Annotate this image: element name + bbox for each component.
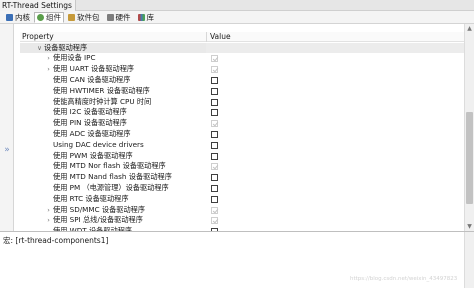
expand-arrow-icon[interactable]: ›	[45, 205, 52, 216]
settings-editor-tab[interactable]: RT-Thread Settings	[0, 0, 76, 11]
package-icon	[68, 13, 75, 21]
value-checkbox[interactable]	[211, 109, 218, 117]
value-cell	[206, 42, 464, 54]
checked-checkbox[interactable]	[211, 217, 218, 225]
tree-row[interactable]: 使用 I2C 设备驱动程序	[20, 107, 464, 118]
tree-scrollbar[interactable]: ▲ ▼	[464, 24, 474, 231]
checked-checkbox[interactable]	[211, 66, 218, 74]
tree-row[interactable]: Using DAC device drivers	[20, 140, 464, 151]
value-checkbox[interactable]	[211, 87, 218, 95]
value-checkbox[interactable]	[211, 184, 218, 192]
left-side-strip: »	[0, 24, 14, 231]
kernel-icon	[6, 13, 13, 21]
checked-checkbox[interactable]	[211, 120, 218, 128]
tab-kernel[interactable]: 内核	[3, 12, 33, 23]
checked-checkbox[interactable]	[211, 206, 218, 214]
expand-arrow-icon[interactable]: ›	[45, 215, 52, 226]
value-checkbox[interactable]	[211, 195, 218, 203]
value-checkbox[interactable]	[211, 152, 218, 160]
library-icon	[137, 13, 145, 21]
tree-row[interactable]: 使用 RTC 设备驱动程序	[20, 194, 464, 205]
value-checkbox[interactable]	[211, 130, 218, 138]
tab-label: 硬件	[115, 12, 131, 22]
tab-label: 库	[146, 12, 155, 22]
value-checkbox[interactable]	[211, 174, 218, 182]
category-tab-bar: 内核 组件 软件包 硬件 库	[0, 11, 474, 24]
tree-row-label: 使用 PWM 设备驱动程序	[53, 150, 133, 160]
tree-row-label: 使用 PIN 设备驱动程序	[53, 118, 127, 128]
tab-library[interactable]: 库	[135, 12, 158, 23]
description-scrollbar[interactable]	[464, 232, 474, 288]
tree-row[interactable]: 使用 PWM 设备驱动程序	[20, 151, 464, 162]
tree-row-label: 使用 PM （电源管理）设备驱动程序	[53, 182, 169, 192]
property-column-header[interactable]: Property	[22, 32, 54, 42]
tab-label: 软件包	[77, 12, 100, 22]
expand-arrow-icon[interactable]: ›	[45, 64, 52, 75]
hardware-icon	[106, 13, 114, 21]
tree-row-label: 使用 MTD Nand flash 设备驱动程序	[53, 172, 172, 182]
tree-row[interactable]: 使能高精度时钟计算 CPU 时间	[20, 97, 464, 108]
component-icon	[37, 13, 44, 21]
scroll-up-icon[interactable]: ▲	[465, 24, 474, 33]
tab-label: 组件	[46, 12, 61, 22]
tab-package[interactable]: 软件包	[65, 12, 103, 23]
tree-row[interactable]: 使用 MTD Nand flash 设备驱动程序	[20, 172, 464, 183]
tree-row[interactable]: 使用 ADC 设备驱动程序	[20, 129, 464, 140]
checked-checkbox[interactable]	[211, 163, 218, 171]
tree-row[interactable]: 使用 MTD Nor flash 设备驱动程序	[20, 161, 464, 172]
tree-row[interactable]: 使用 HWTIMER 设备驱动程序	[20, 86, 464, 97]
value-column-header[interactable]: Value	[210, 32, 231, 42]
tree-row-label: 使用 MTD Nor flash 设备驱动程序	[53, 161, 166, 171]
tree-header: Property Value	[20, 32, 464, 42]
tree-row-label: Using DAC device drivers	[53, 139, 144, 149]
scroll-down-icon[interactable]: ▼	[465, 222, 474, 231]
tree-row-label: 使用 SD/MMC 设备驱动程序	[53, 204, 146, 214]
tree-row-label: 使能高精度时钟计算 CPU 时间	[53, 96, 152, 106]
scroll-thumb[interactable]	[466, 112, 473, 204]
checked-checkbox[interactable]	[211, 55, 218, 63]
value-checkbox[interactable]	[211, 76, 218, 84]
tree-row[interactable]: 使用 CAN 设备驱动程序	[20, 75, 464, 86]
tab-component[interactable]: 组件	[34, 11, 64, 23]
tree-row[interactable]: › 使用 SPI 总线/设备驱动程序	[20, 215, 464, 226]
expand-arrow-icon[interactable]: ›	[45, 53, 52, 64]
value-checkbox[interactable]	[211, 98, 218, 106]
value-checkbox[interactable]	[211, 141, 218, 149]
tree-row-label: 使用设备 IPC	[53, 53, 96, 63]
macro-description: 宏: [rt-thread-components1]	[3, 236, 109, 245]
tree-row[interactable]: 使用 PIN 设备驱动程序	[20, 118, 464, 129]
tree-row[interactable]: › 使用 UART 设备驱动程序	[20, 64, 464, 75]
tree-row-label: 使用 HWTIMER 设备驱动程序	[53, 85, 150, 95]
title-bar: RT-Thread Settings	[0, 0, 474, 11]
window-title: RT-Thread Settings	[2, 1, 72, 10]
tab-label: 内核	[15, 12, 30, 22]
tree-row-label: 设备驱动程序	[44, 42, 88, 52]
tree-row-label: 使用 UART 设备驱动程序	[53, 64, 135, 74]
tree-row-label: 使用 I2C 设备驱动程序	[53, 107, 127, 117]
collapse-arrow-icon[interactable]: ∨	[36, 43, 43, 54]
tree-row[interactable]: › 使用设备 IPC	[20, 53, 464, 64]
tree-row-label: 使用 RTC 设备驱动程序	[53, 193, 129, 203]
tab-hardware[interactable]: 硬件	[104, 12, 134, 23]
watermark: https://blog.csdn.net/weixin_43497823	[350, 276, 458, 282]
column-divider[interactable]	[206, 32, 207, 42]
tree-row[interactable]: 使用 PM （电源管理）设备驱动程序	[20, 183, 464, 194]
tree-row-label: 使用 CAN 设备驱动程序	[53, 74, 131, 84]
tree-row-label: 使用 ADC 设备驱动程序	[53, 128, 131, 138]
tree-row-label: 使用 SPI 总线/设备驱动程序	[53, 215, 143, 225]
tree-row[interactable]: › 使用 SD/MMC 设备驱动程序	[20, 205, 464, 216]
expand-panel-icon[interactable]: »	[2, 145, 12, 155]
tree-row[interactable]: ∨ 设备驱动程序	[20, 42, 464, 54]
settings-tree: Property Value ∨ 设备驱动程序 › 使用设备 IPC › 使用 UART …	[14, 24, 464, 231]
